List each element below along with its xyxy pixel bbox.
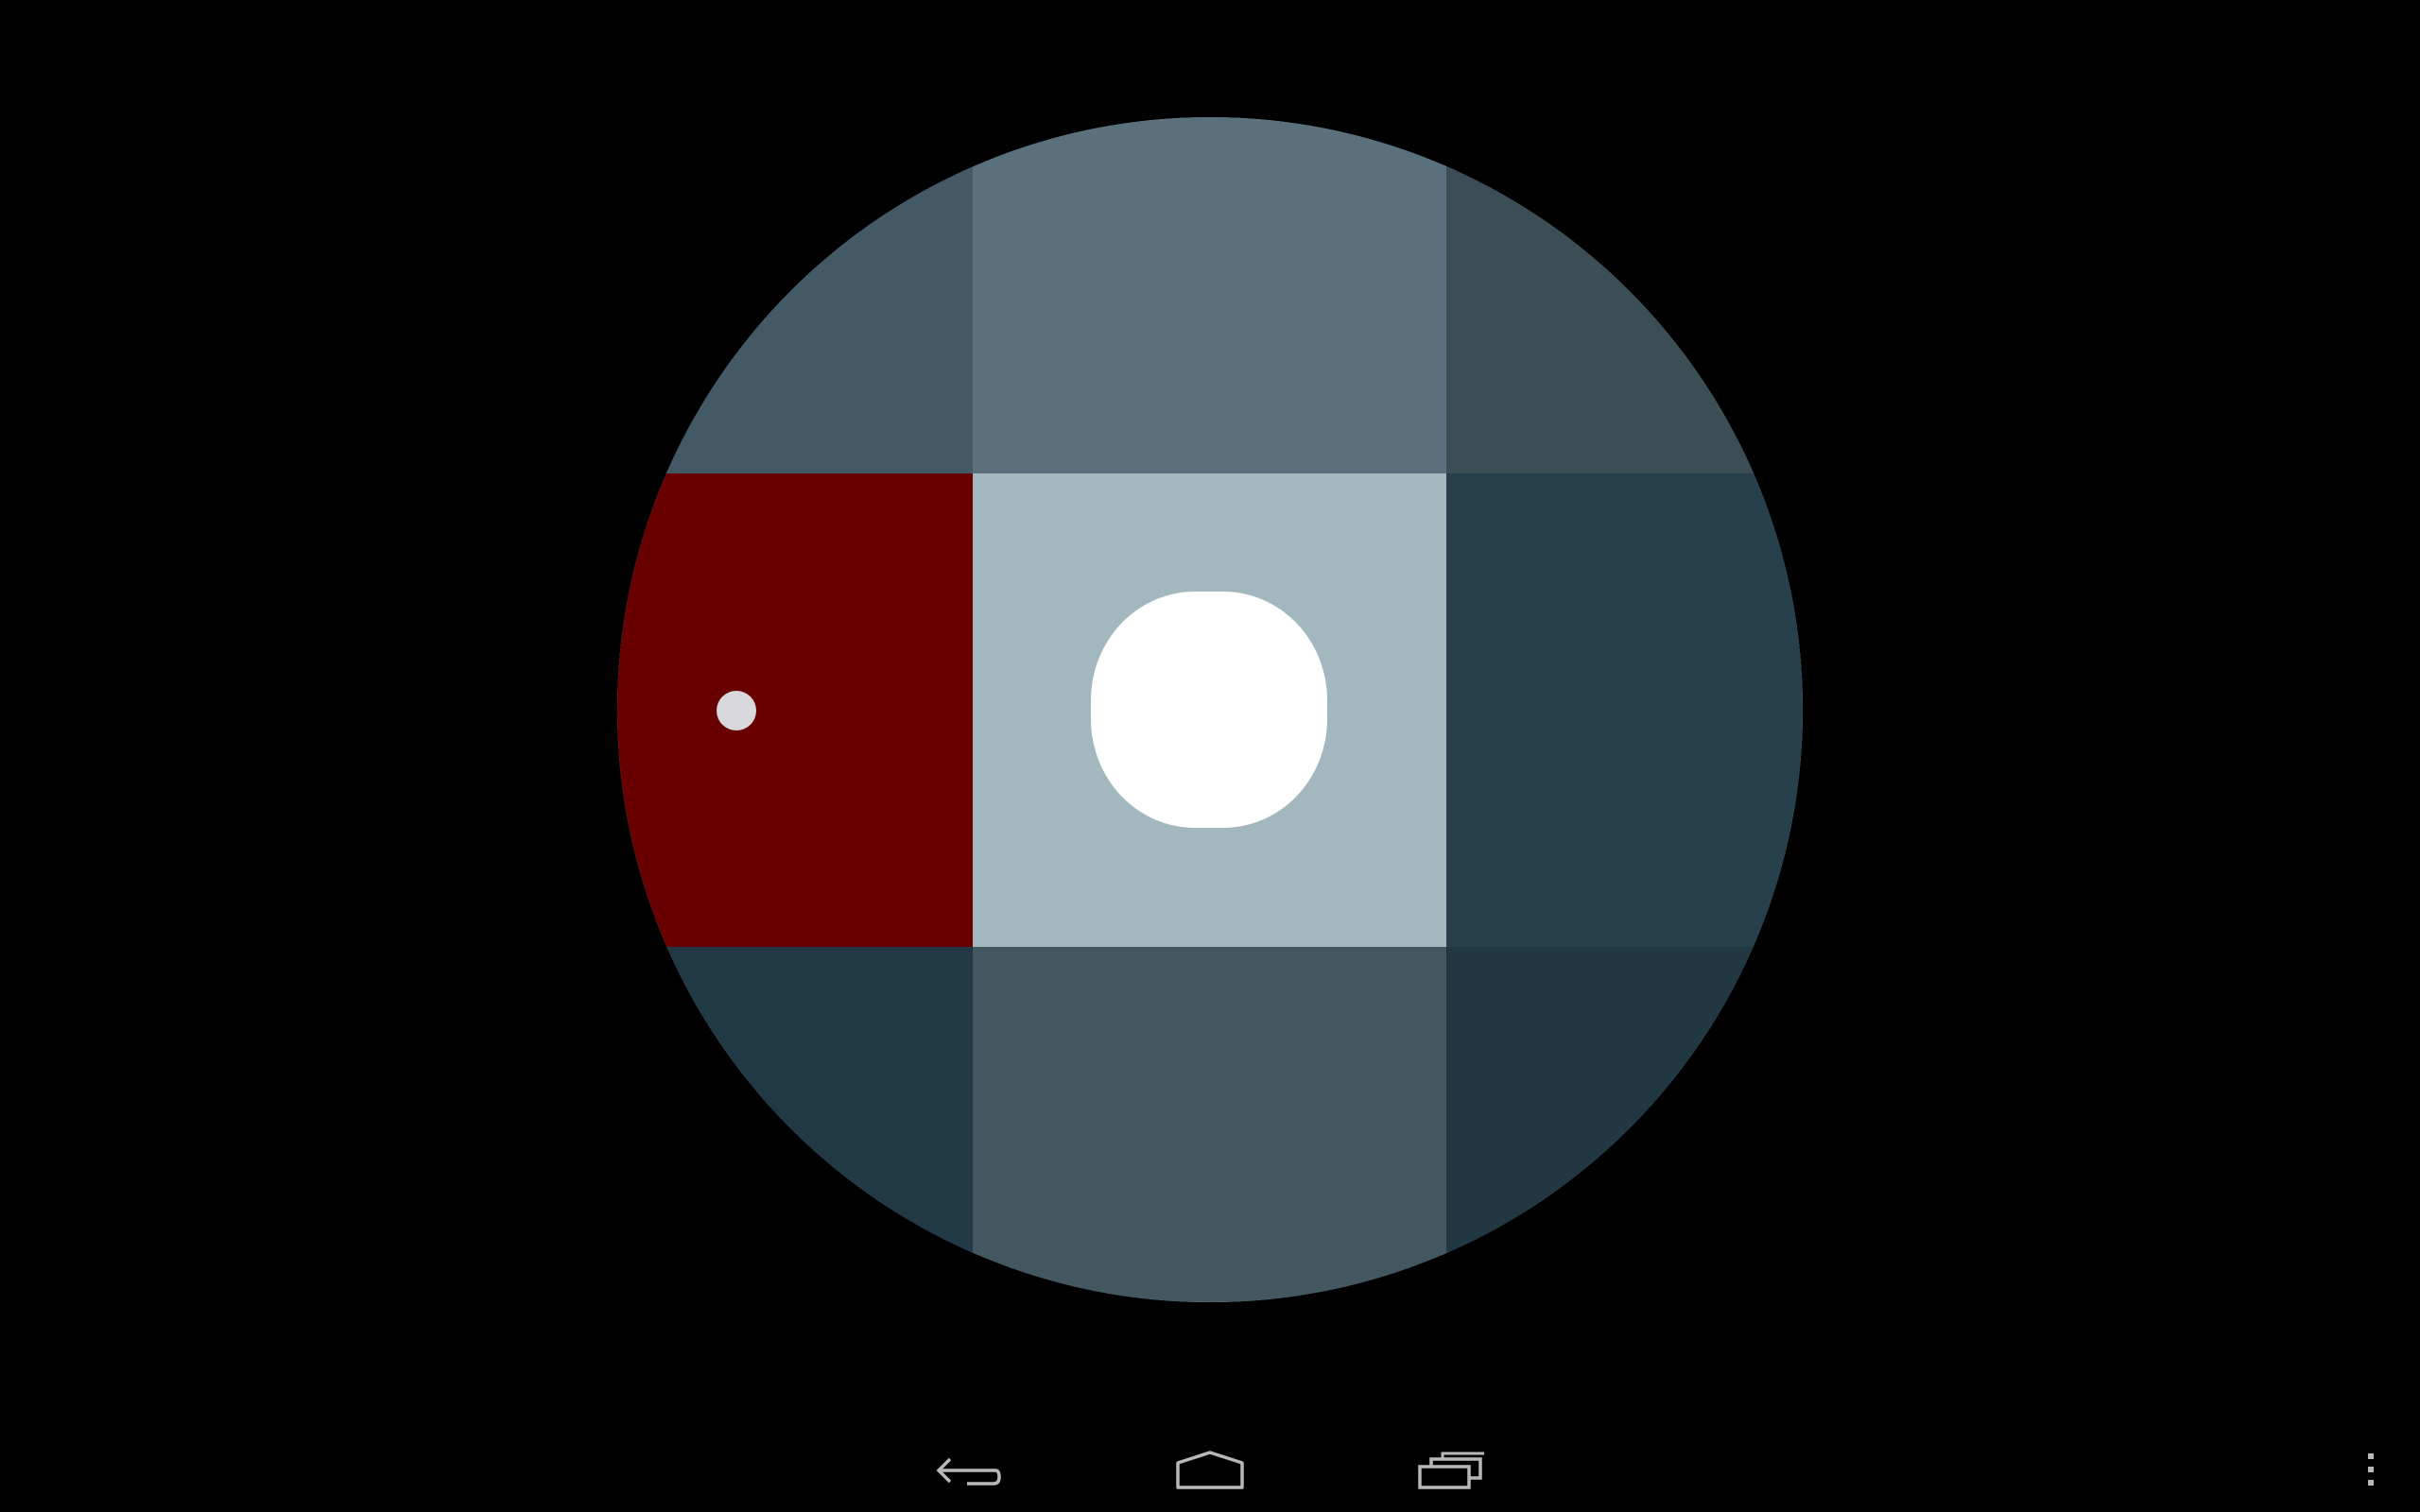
board-cell-top-right[interactable]: [1446, 117, 1803, 473]
board-cell-top-center[interactable]: [973, 117, 1446, 473]
overflow-menu-button[interactable]: [2352, 1440, 2390, 1501]
target-circle[interactable]: [1091, 592, 1327, 828]
home-icon: [1176, 1451, 1244, 1489]
android-navigation-bar: [0, 1421, 2420, 1512]
board-cell-bottom-center[interactable]: [973, 947, 1446, 1302]
overflow-menu-icon: [2368, 1453, 2374, 1486]
recent-apps-button[interactable]: [1407, 1440, 1497, 1501]
board-cell-middle-left[interactable]: [617, 473, 973, 947]
board-cell-top-left[interactable]: [617, 117, 973, 473]
back-icon: [936, 1457, 1001, 1486]
board-cell-middle-right[interactable]: [1446, 473, 1803, 947]
game-screen: [0, 0, 2420, 1512]
player-dot[interactable]: [717, 691, 756, 730]
board-cell-bottom-left[interactable]: [617, 947, 973, 1302]
board-cell-bottom-right[interactable]: [1446, 947, 1803, 1302]
home-button[interactable]: [1165, 1440, 1255, 1501]
back-button[interactable]: [923, 1440, 1013, 1501]
recent-apps-icon: [1418, 1452, 1484, 1489]
